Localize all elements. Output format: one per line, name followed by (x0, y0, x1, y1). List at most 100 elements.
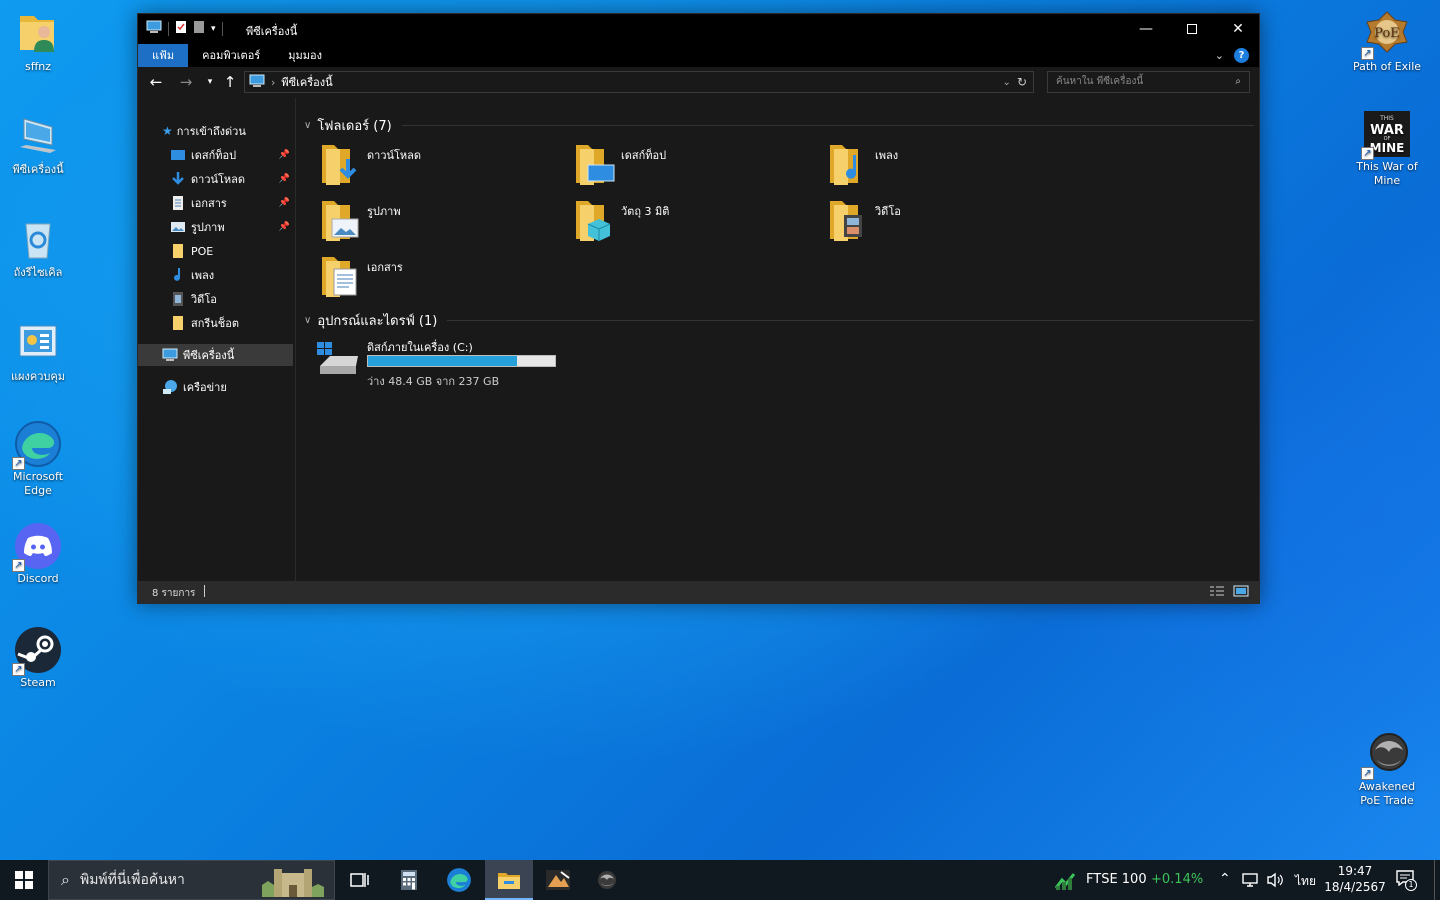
breadcrumb-chevron-icon: › (271, 75, 276, 89)
desktop-icon-label: Discord (17, 572, 59, 585)
nav-item-pictures[interactable]: รูปภาพ 📌 (170, 216, 292, 238)
network-icon[interactable] (1241, 872, 1259, 891)
nav-this-pc[interactable]: พีซีเครื่องนี้ (162, 344, 234, 366)
drive-free-space: ว่าง 48.4 GB จาก 237 GB (367, 375, 500, 388)
divider (221, 21, 223, 36)
nav-item-documents[interactable]: เอกสาร 📌 (170, 192, 292, 214)
folder-tile-music[interactable]: เพลง (828, 141, 1078, 193)
desktop-icon-this-pc[interactable]: พีซีเครื่องนี้ (0, 113, 76, 177)
desktop-icon-this-war-of-mine[interactable]: THIS WAR OF MINE ↗ This War of Mine (1349, 110, 1425, 188)
taskbar-edge[interactable] (435, 860, 483, 900)
drive-tile-c[interactable]: ดิสก์ภายในเครื่อง (C:) ว่าง 48.4 GB จาก … (316, 336, 566, 388)
properties-icon[interactable] (175, 20, 187, 37)
nav-label: ดาวน์โหลด (191, 173, 246, 186)
show-hidden-icons-chevron-icon[interactable]: ⌃ (1219, 871, 1231, 887)
start-button[interactable] (0, 860, 48, 900)
breadcrumb[interactable]: พีซีเครื่องนี้ (281, 73, 332, 91)
customize-dropdown-icon[interactable]: ▾ (211, 24, 216, 34)
address-dropdown-icon[interactable]: ⌄ (1003, 77, 1011, 88)
recycle-bin-icon (14, 216, 62, 264)
desktop-icon-awakened-poe-trade[interactable]: ↗ Awakened PoE Trade (1349, 730, 1425, 808)
taskbar-task-view[interactable] (336, 860, 384, 900)
folder-tile-desktop[interactable]: เดสก์ท็อป (574, 141, 824, 193)
nav-item-screenshots[interactable]: สกรีนช็อต (170, 312, 239, 334)
this-pc-small-icon[interactable] (146, 20, 162, 37)
nav-item-music[interactable]: เพลง (170, 264, 214, 286)
nav-item-downloads[interactable]: ดาวน์โหลด 📌 (170, 168, 292, 190)
desktop-icon-discord[interactable]: ↗ Discord (0, 522, 76, 586)
folder-tile-videos[interactable]: วิดีโอ (828, 197, 1078, 249)
search-placeholder: ค้นหาใน พีซีเครื่องนี้ (1056, 76, 1144, 87)
details-view-icon[interactable] (1209, 585, 1225, 600)
address-bar[interactable]: › พีซีเครื่องนี้ ⌄ ↻ (244, 71, 1034, 93)
show-desktop-button[interactable] (1434, 860, 1440, 900)
large-icons-view-icon[interactable] (1233, 585, 1249, 600)
nav-item-videos[interactable]: วิดีโอ (170, 288, 217, 310)
nav-label: รูปภาพ (191, 221, 225, 234)
taskbar-game[interactable] (534, 860, 582, 900)
search-placeholder: พิมพ์ที่นี่เพื่อค้นหา (79, 872, 185, 888)
tab-computer[interactable]: คอมพิวเตอร์ (188, 44, 274, 67)
ribbon-tab-bar: แฟ้ม คอมพิวเตอร์ มุมมอง ⌄ ? (138, 44, 1259, 67)
stock-ticker-widget[interactable]: FTSE 100 +0.14% (1052, 860, 1203, 900)
desktop-icon-path-of-exile[interactable]: PoE ↗ Path of Exile (1349, 10, 1425, 74)
desktop-icon (171, 150, 185, 160)
folder-tile-downloads[interactable]: ดาวน์โหลด (320, 141, 570, 193)
nav-item-desktop[interactable]: เดสก์ท็อป 📌 (170, 144, 292, 166)
pin-icon[interactable]: 📌 (279, 174, 290, 184)
up-button[interactable]: ↑ (220, 73, 240, 91)
action-center-button[interactable]: 1 (1396, 870, 1420, 892)
clock[interactable]: 19:47 18/4/2567 (1322, 863, 1388, 897)
group-title: อุปกรณ์และไดรฟ์ (1) (317, 314, 438, 329)
this-pc-small-icon (249, 74, 265, 91)
game-icon (546, 870, 570, 890)
nav-network[interactable]: เครือข่าย (162, 376, 227, 398)
desktop-icon-recycle-bin[interactable]: ถังรีไซเคิล (0, 216, 76, 280)
expand-ribbon-icon[interactable]: ⌄ (1215, 49, 1224, 62)
this-pc-icon (162, 348, 178, 361)
nav-item-poe[interactable]: POE (170, 240, 213, 262)
folder-tile-3d-objects[interactable]: วัตถุ 3 มิติ (574, 197, 824, 249)
minimize-button[interactable]: — (1123, 14, 1169, 44)
nav-label: POE (191, 244, 214, 258)
file-explorer-window: ▾ พีซีเครื่องนี้ — ✕ แฟ้ม คอมพิวเตอร์ มุ… (137, 13, 1260, 604)
pictures-icon (171, 222, 185, 232)
taskbar-search-box[interactable]: ⌕ พิมพ์ที่นี่เพื่อค้นหา (48, 860, 335, 900)
folder-tile-pictures[interactable]: รูปภาพ (320, 197, 570, 249)
folder-label: เพลง (875, 149, 899, 162)
pin-icon[interactable]: 📌 (279, 198, 290, 208)
drive-usage-bar (367, 355, 556, 367)
back-button[interactable]: ← (146, 73, 166, 91)
taskbar-calculator[interactable] (385, 860, 433, 900)
desktop-icon-control-panel[interactable]: แผงควบคุม (0, 320, 76, 384)
close-button[interactable]: ✕ (1215, 14, 1261, 44)
devices-group-header[interactable]: ∨ อุปกรณ์และไดรฟ์ (1) (304, 310, 1254, 331)
nav-quick-access[interactable]: ★ การเข้าถึงด่วน (162, 120, 246, 142)
tab-view[interactable]: มุมมอง (274, 44, 336, 67)
navigation-bar: ← → ▾ ↑ › พีซีเครื่องนี้ ⌄ ↻ ค้นหาใน พีซ… (138, 67, 1259, 98)
documents-icon (173, 196, 183, 210)
maximize-button[interactable] (1169, 14, 1215, 44)
desktop-icon-sffnz[interactable]: sffnz (0, 10, 76, 74)
folder-tile-documents[interactable]: เอกสาร (320, 253, 570, 305)
recent-locations-button[interactable]: ▾ (200, 73, 220, 91)
nav-label: วิดีโอ (191, 293, 217, 306)
search-box[interactable]: ค้นหาใน พีซีเครื่องนี้ ⌕ (1047, 71, 1250, 93)
folders-group-header[interactable]: ∨ โฟลเดอร์ (7) (304, 115, 1254, 136)
refresh-icon[interactable]: ↻ (1017, 75, 1027, 89)
input-language-indicator[interactable]: ไทย (1295, 872, 1316, 891)
pin-icon[interactable]: 📌 (279, 222, 290, 232)
edge-icon: ↗ (12, 420, 62, 470)
forward-button[interactable]: → (176, 73, 196, 91)
taskbar-awakened-poe-trade[interactable] (583, 860, 631, 900)
folder-icon (173, 316, 183, 330)
desktop-icon-edge[interactable]: ↗ Microsoft Edge (0, 420, 76, 498)
tab-file[interactable]: แฟ้ม (138, 44, 189, 67)
new-folder-icon[interactable] (193, 20, 205, 37)
folder-label: เดสก์ท็อป (621, 149, 667, 162)
volume-icon[interactable] (1266, 872, 1284, 891)
desktop-icon-steam[interactable]: ↗ Steam (0, 626, 76, 690)
help-icon[interactable]: ? (1234, 48, 1249, 63)
pin-icon[interactable]: 📌 (279, 150, 290, 160)
taskbar-file-explorer[interactable] (485, 860, 533, 900)
